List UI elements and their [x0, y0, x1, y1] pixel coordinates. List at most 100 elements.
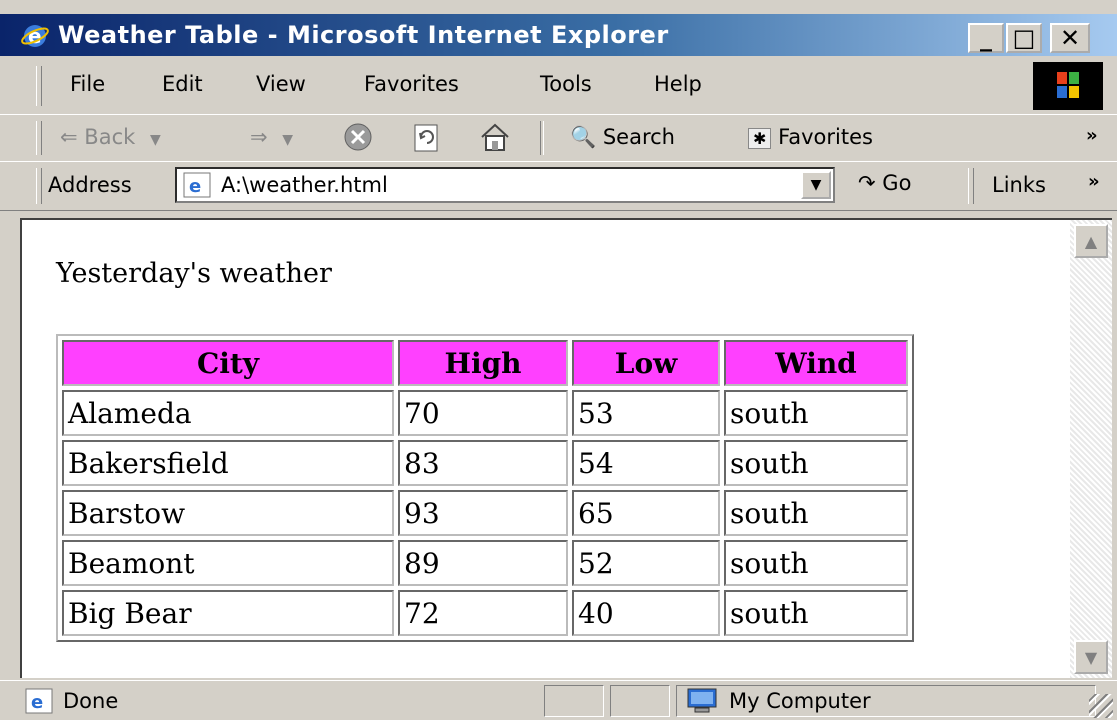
status-zone-panel: My Computer — [676, 685, 1096, 717]
address-label: Address — [48, 173, 132, 197]
cell-city: Bakersfield — [62, 440, 394, 486]
go-button[interactable]: ↷ Go — [858, 171, 911, 195]
cell-city: Big Bear — [62, 590, 394, 636]
header-high: High — [398, 340, 568, 386]
address-dropdown-button[interactable]: ▼ — [801, 171, 831, 199]
header-low: Low — [572, 340, 720, 386]
stop-button[interactable] — [342, 121, 374, 158]
menu-tools[interactable]: Tools — [540, 72, 592, 96]
search-icon: 🔍 — [570, 125, 597, 149]
status-text-panel: e Done — [24, 685, 538, 717]
links-chevron[interactable]: » — [1088, 171, 1100, 192]
cell-high: 72 — [398, 590, 568, 636]
menu-bar: File Edit View Favorites Tools Help — [0, 58, 1117, 115]
links-grip — [968, 168, 974, 204]
cell-wind: south — [724, 490, 908, 536]
svg-text:e: e — [189, 176, 201, 197]
status-bar: e Done My Computer — [0, 680, 1117, 720]
menu-grip — [36, 66, 42, 106]
arrow-up-icon: ▲ — [1084, 231, 1098, 251]
cell-wind: south — [724, 440, 908, 486]
forward-arrow-icon: ⇒ — [250, 125, 268, 149]
refresh-icon — [414, 124, 438, 152]
menu-help[interactable]: Help — [654, 72, 702, 96]
forward-dropdown-icon: ▼ — [282, 132, 294, 148]
cell-low: 40 — [572, 590, 720, 636]
header-city: City — [62, 340, 394, 386]
refresh-button[interactable] — [412, 123, 442, 158]
toolbar-chevron[interactable]: » — [1086, 125, 1098, 146]
standard-toolbar: ⇐ Back ▼ ⇒ ▼ 🔍 Search ✱ Favorites » — [0, 114, 1117, 162]
arrow-down-icon: ▼ — [1084, 647, 1098, 667]
title-bar: e Weather Table - Microsoft Internet Exp… — [0, 14, 1117, 56]
svg-text:e: e — [28, 24, 42, 48]
favorites-star-icon: ✱ — [748, 128, 772, 149]
close-button[interactable]: ✕ — [1050, 23, 1090, 53]
stop-icon — [344, 123, 372, 151]
computer-icon — [687, 688, 717, 713]
favorites-label: Favorites — [778, 125, 873, 149]
search-button[interactable]: 🔍 Search — [570, 125, 675, 150]
back-arrow-icon: ⇐ — [60, 125, 78, 149]
status-text: Done — [63, 689, 119, 713]
menu-edit[interactable]: Edit — [162, 72, 203, 96]
cell-wind: south — [724, 540, 908, 586]
windows-logo-throbber — [1033, 62, 1103, 110]
cell-city: Alameda — [62, 390, 394, 436]
address-input[interactable]: e A:\weather.html ▼ — [175, 167, 835, 203]
forward-button[interactable]: ⇒ ▼ — [250, 125, 293, 149]
cell-high: 93 — [398, 490, 568, 536]
page-content: Yesterday's weather City High Low Wind A… — [20, 218, 1070, 678]
back-dropdown-icon: ▼ — [149, 132, 161, 148]
table-header-row: City High Low Wind — [62, 340, 908, 386]
go-arrow-icon: ↷ — [858, 171, 876, 195]
minimize-button[interactable]: _ — [968, 23, 1004, 53]
cell-low: 53 — [572, 390, 720, 436]
table-row: Bakersfield 83 54 south — [62, 440, 908, 486]
cell-low: 52 — [572, 540, 720, 586]
window-title: Weather Table - Microsoft Internet Explo… — [58, 21, 669, 49]
back-label: Back — [84, 125, 136, 149]
page-heading: Yesterday's weather — [56, 258, 332, 289]
cell-wind: south — [724, 390, 908, 436]
page-ie-icon: e — [183, 172, 211, 198]
table-row: Big Bear 72 40 south — [62, 590, 908, 636]
cell-low: 54 — [572, 440, 720, 486]
menu-view[interactable]: View — [256, 72, 306, 96]
vertical-scrollbar[interactable]: ▲ ▼ — [1070, 218, 1112, 678]
scroll-up-button[interactable]: ▲ — [1074, 224, 1108, 258]
chevron-down-icon: ▼ — [810, 177, 822, 193]
cell-city: Beamont — [62, 540, 394, 586]
resize-grip[interactable] — [1089, 694, 1113, 718]
cell-high: 89 — [398, 540, 568, 586]
home-button[interactable] — [478, 121, 512, 158]
browser-window: e Weather Table - Microsoft Internet Exp… — [0, 0, 1117, 719]
search-label: Search — [602, 125, 675, 149]
maximize-button[interactable]: □ — [1006, 23, 1042, 53]
cell-high: 83 — [398, 440, 568, 486]
cell-wind: south — [724, 590, 908, 636]
toolbar-grip — [36, 121, 42, 155]
header-wind: Wind — [724, 340, 908, 386]
table-row: Barstow 93 65 south — [62, 490, 908, 536]
toolbar-separator — [540, 121, 544, 155]
status-panel-security — [610, 685, 670, 717]
windows-flag-icon — [1057, 72, 1079, 98]
scroll-down-button[interactable]: ▼ — [1074, 640, 1108, 674]
table-row: Beamont 89 52 south — [62, 540, 908, 586]
svg-text:e: e — [31, 692, 43, 713]
home-icon — [481, 123, 509, 151]
cell-low: 65 — [572, 490, 720, 536]
links-button[interactable]: Links — [992, 173, 1046, 197]
cell-city: Barstow — [62, 490, 394, 536]
back-button[interactable]: ⇐ Back ▼ — [60, 125, 161, 149]
menu-file[interactable]: File — [70, 72, 105, 96]
status-panel-progress — [544, 685, 604, 717]
go-label: Go — [882, 171, 912, 195]
favorites-button[interactable]: ✱ Favorites — [748, 125, 873, 149]
address-value: A:\weather.html — [221, 173, 388, 197]
menu-favorites[interactable]: Favorites — [364, 72, 459, 96]
address-grip — [36, 168, 42, 204]
page-ie-icon: e — [25, 688, 53, 714]
weather-table: City High Low Wind Alameda 70 53 south B… — [56, 334, 914, 642]
